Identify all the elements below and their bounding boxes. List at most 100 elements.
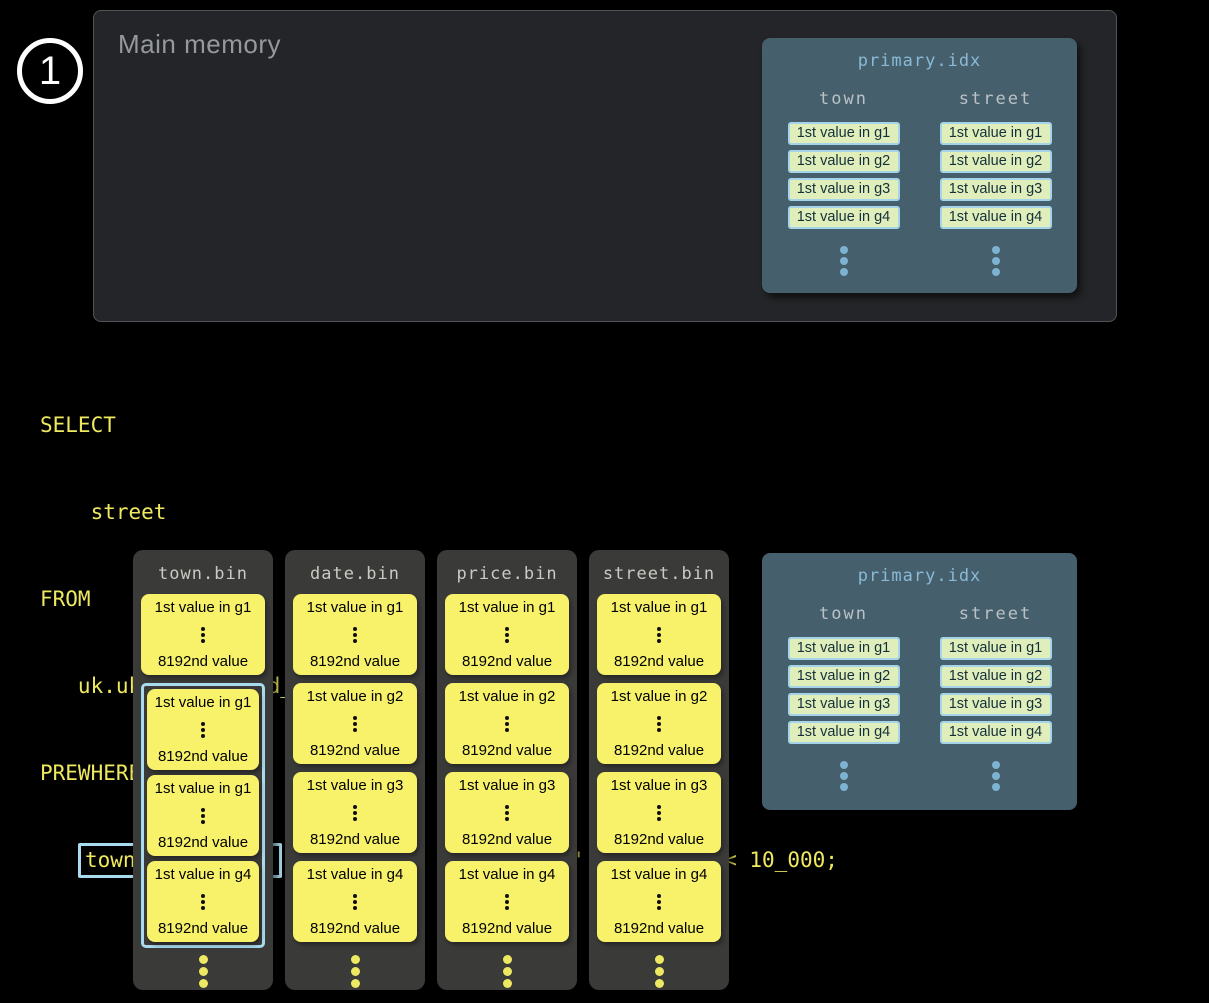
granule-last-value: 8192nd value xyxy=(158,834,248,851)
index-mark-entry: 1st value in g3 xyxy=(940,693,1052,716)
granule-block: 1st value in g1 8192nd value xyxy=(597,594,721,675)
sql-line: street xyxy=(40,498,838,527)
primary-index-title: primary.idx xyxy=(762,553,1077,586)
granule-block: 1st value in g4 8192nd value xyxy=(445,861,569,942)
vertical-ellipsis-icon xyxy=(133,952,273,991)
granule-last-value: 8192nd value xyxy=(310,742,400,759)
granule-block: 1st value in g1 8192nd value xyxy=(147,689,259,770)
granule-block: 1st value in g3 8192nd value xyxy=(597,772,721,853)
vertical-ellipsis-icon xyxy=(201,806,205,826)
step-number-badge: 1 xyxy=(17,38,83,104)
index-column-street: street 1st value in g1 1st value in g2 1… xyxy=(931,588,1061,794)
vertical-ellipsis-icon xyxy=(353,892,357,912)
diagram-canvas: 1 Main memory primary.idx town 1st value… xyxy=(0,0,1209,1003)
column-file-name: street.bin xyxy=(589,550,729,584)
vertical-ellipsis-icon xyxy=(505,892,509,912)
column-file-date-bin: date.bin 1st value in g1 8192nd value 1s… xyxy=(285,550,425,990)
vertical-ellipsis-icon xyxy=(353,714,357,734)
granule-first-value: 1st value in g3 xyxy=(307,777,404,794)
primary-index-panel-top: primary.idx town 1st value in g1 1st val… xyxy=(762,38,1077,293)
granule-first-value: 1st value in g1 xyxy=(307,599,404,616)
column-file-name: town.bin xyxy=(133,550,273,584)
column-file-street-bin: street.bin 1st value in g1 8192nd value … xyxy=(589,550,729,990)
vertical-ellipsis-icon xyxy=(589,952,729,991)
granule-last-value: 8192nd value xyxy=(158,748,248,765)
index-mark-entry: 1st value in g4 xyxy=(788,721,900,744)
granule-first-value: 1st value in g1 xyxy=(459,599,556,616)
granule-last-value: 8192nd value xyxy=(310,653,400,670)
granule-first-value: 1st value in g1 xyxy=(611,599,708,616)
index-mark-entry: 1st value in g4 xyxy=(788,206,900,229)
granule-stack: 1st value in g1 8192nd value 1st value i… xyxy=(445,594,569,942)
index-mark-entry: 1st value in g3 xyxy=(940,178,1052,201)
index-mark-entry: 1st value in g2 xyxy=(788,150,900,173)
index-column-town: town 1st value in g1 1st value in g2 1st… xyxy=(779,588,909,794)
vertical-ellipsis-icon xyxy=(201,625,205,645)
granule-first-value: 1st value in g2 xyxy=(307,688,404,705)
granule-last-value: 8192nd value xyxy=(310,920,400,937)
granule-last-value: 8192nd value xyxy=(614,920,704,937)
vertical-ellipsis-icon xyxy=(840,758,848,794)
granule-first-value: 1st value in g1 xyxy=(155,780,252,797)
granule-last-value: 8192nd value xyxy=(462,831,552,848)
granule-last-value: 8192nd value xyxy=(614,742,704,759)
granule-block: 1st value in g2 8192nd value xyxy=(445,683,569,764)
sql-indent xyxy=(40,848,78,872)
index-mark-entry: 1st value in g2 xyxy=(788,665,900,688)
index-column-header: street xyxy=(959,604,1032,624)
vertical-ellipsis-icon xyxy=(505,714,509,734)
granule-last-value: 8192nd value xyxy=(158,653,248,670)
vertical-ellipsis-icon xyxy=(505,625,509,645)
index-mark-entry: 1st value in g3 xyxy=(788,693,900,716)
primary-index-title: primary.idx xyxy=(762,38,1077,71)
granule-block: 1st value in g3 8192nd value xyxy=(293,772,417,853)
granule-first-value: 1st value in g4 xyxy=(459,866,556,883)
granule-first-value: 1st value in g2 xyxy=(611,688,708,705)
granule-last-value: 8192nd value xyxy=(158,920,248,937)
granule-last-value: 8192nd value xyxy=(614,831,704,848)
granule-first-value: 1st value in g4 xyxy=(155,866,252,883)
vertical-ellipsis-icon xyxy=(840,243,848,279)
granule-first-value: 1st value in g1 xyxy=(155,694,252,711)
granule-block: 1st value in g4 8192nd value xyxy=(597,861,721,942)
granule-stack: 1st value in g1 8192nd value 1st value i… xyxy=(293,594,417,942)
granule-block: 1st value in g1 8192nd value xyxy=(445,594,569,675)
granule-block: 1st value in g2 8192nd value xyxy=(597,683,721,764)
vertical-ellipsis-icon xyxy=(992,243,1000,279)
granule-stack: 1st value in g1 8192nd value 1st value i… xyxy=(597,594,721,942)
index-mark-entry: 1st value in g1 xyxy=(940,637,1052,660)
vertical-ellipsis-icon xyxy=(657,714,661,734)
granule-last-value: 8192nd value xyxy=(614,653,704,670)
column-file-price-bin: price.bin 1st value in g1 8192nd value 1… xyxy=(437,550,577,990)
granule-block: 1st value in g1 8192nd value xyxy=(147,775,259,856)
index-column-town: town 1st value in g1 1st value in g2 1st… xyxy=(779,73,909,279)
granule-last-value: 8192nd value xyxy=(462,653,552,670)
granule-first-value: 1st value in g3 xyxy=(611,777,708,794)
vertical-ellipsis-icon xyxy=(657,892,661,912)
granule-block: 1st value in g1 8192nd value xyxy=(141,594,265,675)
primary-index-columns: town 1st value in g1 1st value in g2 1st… xyxy=(762,73,1077,279)
column-file-town-bin: town.bin 1st value in g1 8192nd value 1s… xyxy=(133,550,273,990)
index-column-header: town xyxy=(819,604,868,624)
granule-last-value: 8192nd value xyxy=(462,920,552,937)
sql-line: SELECT xyxy=(40,411,838,440)
primary-index-columns: town 1st value in g1 1st value in g2 1st… xyxy=(762,588,1077,794)
granule-block: 1st value in g3 8192nd value xyxy=(445,772,569,853)
granule-block: 1st value in g2 8192nd value xyxy=(293,683,417,764)
granule-last-value: 8192nd value xyxy=(462,742,552,759)
vertical-ellipsis-icon xyxy=(353,803,357,823)
granule-first-value: 1st value in g2 xyxy=(459,688,556,705)
granule-last-value: 8192nd value xyxy=(310,831,400,848)
granule-first-value: 1st value in g3 xyxy=(459,777,556,794)
granule-block: 1st value in g4 8192nd value xyxy=(293,861,417,942)
vertical-ellipsis-icon xyxy=(657,625,661,645)
index-mark-entry: 1st value in g4 xyxy=(940,721,1052,744)
granule-stack: 1st value in g1 8192nd value 1st value i… xyxy=(141,594,265,948)
selected-granules-highlight: 1st value in g1 8192nd value 1st value i… xyxy=(141,683,265,948)
vertical-ellipsis-icon xyxy=(353,625,357,645)
index-column-street: street 1st value in g1 1st value in g2 1… xyxy=(931,73,1061,279)
main-memory-title: Main memory xyxy=(118,29,281,60)
vertical-ellipsis-icon xyxy=(437,952,577,991)
index-column-header: town xyxy=(819,89,868,109)
index-mark-entry: 1st value in g2 xyxy=(940,665,1052,688)
